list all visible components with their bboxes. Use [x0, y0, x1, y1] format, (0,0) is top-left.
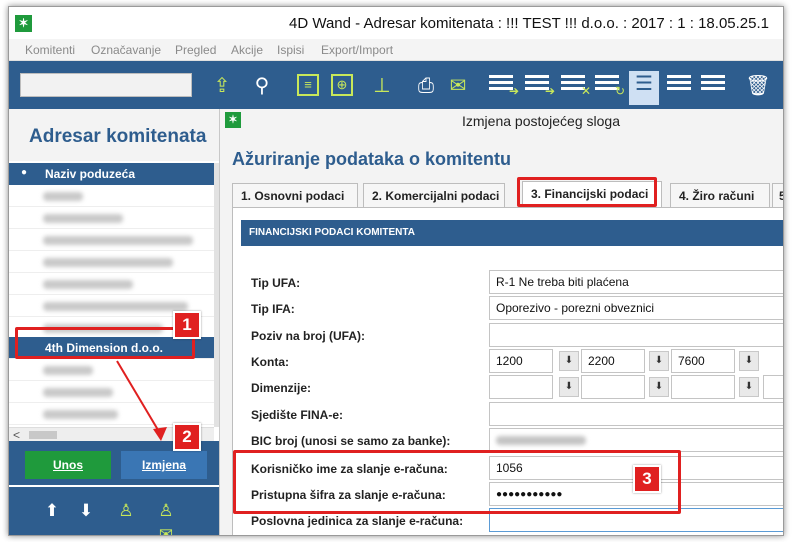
dialog-heading: Ažuriranje podataka o komitentu — [232, 149, 512, 169]
list-arrow-icon[interactable]: ➔ — [489, 75, 519, 97]
tab-osnovni[interactable]: 1. Osnovni podaci — [232, 183, 358, 207]
scroll-left-icon[interactable]: < — [13, 428, 20, 442]
person-icon[interactable]: ♙ — [115, 499, 137, 523]
konta-field-1[interactable]: 1200 — [489, 349, 553, 373]
bic-field[interactable] — [489, 428, 783, 452]
download-icon[interactable]: ⬇ — [739, 377, 759, 397]
tab-ziro[interactable]: 4. Žiro računi — [670, 183, 770, 207]
menu-akcije[interactable]: Akcije — [231, 43, 263, 57]
annotation-arrow — [116, 360, 167, 441]
download-icon[interactable]: ⬇ — [649, 351, 669, 371]
bic-label: BIC broj (unosi se samo za banke): — [251, 434, 451, 448]
search-input[interactable] — [20, 73, 192, 97]
highlight-box-3 — [233, 450, 681, 514]
tab-5[interactable]: 5. — [772, 183, 783, 207]
list-refresh-icon[interactable]: ↻ — [595, 75, 625, 97]
annotation-badge-1: 1 — [173, 311, 201, 339]
new-button[interactable]: Unos — [25, 451, 111, 479]
window-title: 4D Wand - Adresar komitenata : !!! TEST … — [289, 15, 769, 32]
section-header: FINANCIJSKI PODACI KOMITENTA — [241, 220, 783, 246]
person-mail-icon[interactable]: ♙✉ — [155, 499, 177, 535]
app-logo-icon: ✶ — [225, 112, 241, 128]
menu-bar: Komitenti Označavanje Pregled Akcije Isp… — [9, 39, 783, 61]
note-icon[interactable]: ≡ — [297, 74, 319, 96]
highlight-box-tab — [517, 177, 657, 207]
app-window: ✶ 4D Wand - Adresar komitenata : !!! TES… — [8, 6, 784, 536]
edit-button[interactable]: Izmjena — [121, 451, 207, 479]
arrow-down-icon[interactable]: ⬇ — [75, 499, 97, 523]
tab-komercijalni[interactable]: 2. Komercijalni podaci — [363, 183, 505, 207]
list-item[interactable] — [9, 207, 214, 229]
dialog-title-bar: ✶ Izmjena postojećeg sloga — [220, 109, 783, 133]
highlight-box-1 — [15, 327, 195, 359]
list-delete-icon[interactable]: ✕ — [561, 75, 591, 97]
tip-ufa-select[interactable]: R-1 Ne treba biti plaćena — [489, 270, 783, 294]
app-logo-icon: ✶ — [15, 15, 32, 32]
list-column-header[interactable]: ● Naziv poduzeća — [9, 163, 214, 185]
menu-pregled[interactable]: Pregled — [175, 43, 216, 57]
trash-icon[interactable]: 🗑 — [745, 73, 771, 99]
pin-icon[interactable]: ⊥ — [369, 73, 395, 99]
sjediste-field[interactable] — [489, 402, 783, 426]
dimenzije-field-4[interactable] — [763, 375, 783, 399]
download-icon[interactable]: ⬇ — [559, 351, 579, 371]
list-view-icon[interactable] — [667, 75, 691, 97]
menu-export-import[interactable]: Export/Import — [321, 43, 393, 57]
tip-ifa-label: Tip IFA: — [251, 302, 295, 316]
list-item[interactable] — [9, 251, 214, 273]
globe-icon[interactable]: ⊕ — [331, 74, 353, 96]
toolbar: ⇪ ⚲ ≡ ⊕ ⊥ ⎙ ✉ ➔ ➔ ✕ ↻ ☰ 🗑 — [9, 61, 783, 109]
dimenzije-field-2[interactable] — [581, 375, 645, 399]
list-arrow-icon[interactable]: ➔ — [525, 75, 555, 97]
download-icon[interactable]: ⬇ — [739, 351, 759, 371]
export-icon[interactable]: ⇪ — [209, 73, 235, 99]
dialog-title: Izmjena postojećeg sloga — [462, 113, 620, 129]
list-view-icon[interactable]: ☰ — [629, 71, 659, 105]
poslovna-label: Poslovna jedinica za slanje e-računa: — [251, 514, 464, 528]
panel-title: Adresar komitenata — [29, 126, 207, 147]
list-item[interactable] — [9, 273, 214, 295]
print-icon[interactable]: ⎙ — [413, 73, 439, 99]
konta-field-3[interactable]: 7600 — [671, 349, 735, 373]
dimenzije-label: Dimenzije: — [251, 381, 312, 395]
sjediste-label: Sjedište FINA-e: — [251, 408, 344, 422]
tip-ufa-label: Tip UFA: — [251, 276, 301, 290]
annotation-badge-3: 3 — [633, 465, 661, 493]
mail-icon[interactable]: ✉ — [445, 73, 471, 99]
arrow-up-icon[interactable]: ⬆ — [41, 499, 63, 523]
dimenzije-field-1[interactable] — [489, 375, 553, 399]
konta-field-2[interactable]: 2200 — [581, 349, 645, 373]
menu-ispisi[interactable]: Ispisi — [277, 43, 304, 57]
poziv-field[interactable] — [489, 323, 783, 347]
menu-oznacavanje[interactable]: Označavanje — [91, 43, 161, 57]
konta-label: Konta: — [251, 355, 289, 369]
poziv-label: Poziv na broj (UFA): — [251, 329, 365, 343]
menu-komitenti[interactable]: Komitenti — [25, 43, 75, 57]
list-item[interactable] — [9, 185, 214, 207]
list-view-icon[interactable] — [701, 75, 725, 97]
search-icon[interactable]: ⚲ — [249, 73, 275, 99]
tip-ifa-select[interactable]: Oporezivo - porezni obveznici — [489, 296, 783, 320]
download-icon[interactable]: ⬇ — [559, 377, 579, 397]
dimenzije-field-3[interactable] — [671, 375, 735, 399]
annotation-badge-2: 2 — [173, 423, 201, 451]
bullet-icon: ● — [21, 167, 28, 178]
title-bar: ✶ 4D Wand - Adresar komitenata : !!! TES… — [9, 7, 783, 39]
download-icon[interactable]: ⬇ — [649, 377, 669, 397]
list-item[interactable] — [9, 229, 214, 251]
